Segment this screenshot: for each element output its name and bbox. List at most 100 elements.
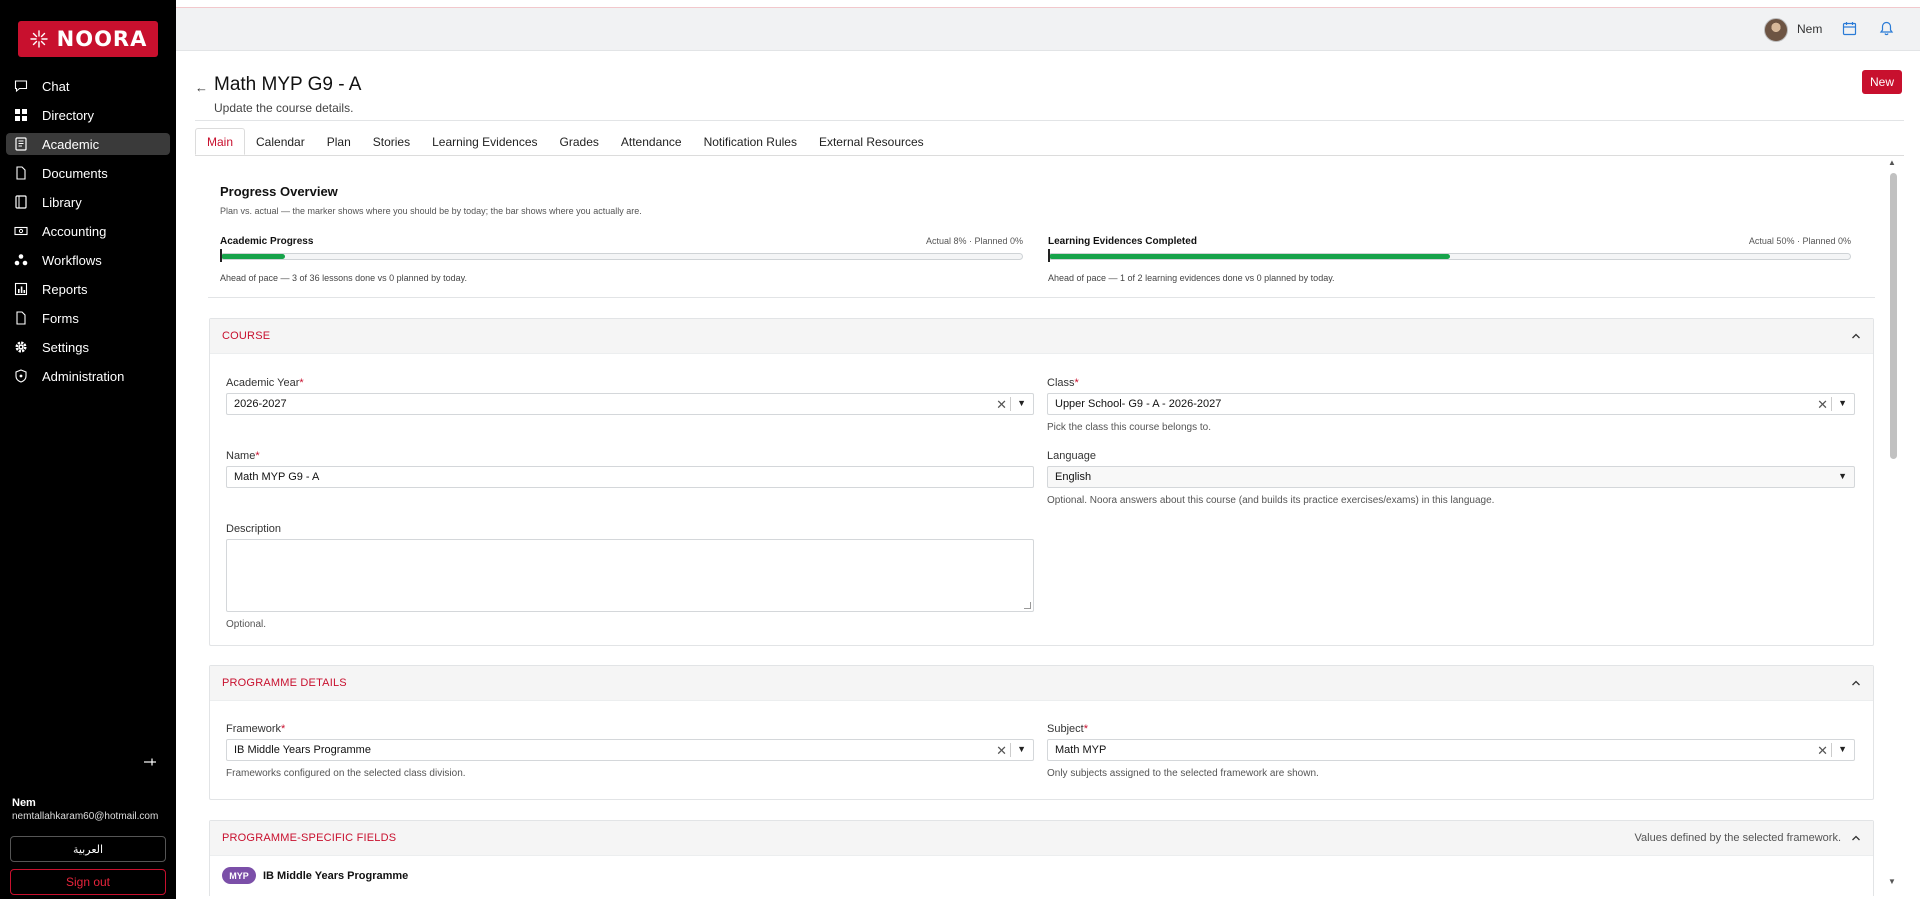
topbar <box>176 8 1920 51</box>
class-value: Upper School- G9 - A - 2026-2027 <box>1055 398 1222 410</box>
clear-icon[interactable]: ✕ <box>996 397 1007 413</box>
back-arrow-icon[interactable]: ← <box>195 80 208 95</box>
course-section-title: COURSE <box>222 330 271 342</box>
framework-select[interactable]: IB Middle Years Programme ✕ ▼ <box>226 739 1034 761</box>
framework-help: Frameworks configured on the selected cl… <box>226 768 466 779</box>
sidebar-user-email: nemtallahkaram60@hotmail.com <box>12 811 159 822</box>
name-input[interactable]: Math MYP G9 - A <box>226 466 1034 488</box>
sidebar-item-label: Academic <box>42 136 100 152</box>
sidebar-user: Nem nemtallahkaram60@hotmail.com <box>12 797 158 822</box>
course-section: COURSE Academic Year* 2026-2027 ✕ ▼ Clas… <box>209 318 1874 646</box>
tab-main[interactable]: Main <box>195 128 246 155</box>
library-icon <box>14 195 28 209</box>
logo-text: NOORA <box>56 27 148 51</box>
course-section-header[interactable]: COURSE <box>210 319 1873 354</box>
programme-specific-header[interactable]: PROGRAMME-SPECIFIC FIELDS Values defined… <box>210 821 1873 856</box>
chevron-up-icon[interactable] <box>1851 833 1861 843</box>
scrollbar-thumb[interactable] <box>1890 173 1897 459</box>
sidebar-item-chat[interactable]: Chat <box>6 75 170 97</box>
money-icon <box>14 224 28 238</box>
calendar-icon[interactable] <box>1842 21 1857 36</box>
chevron-down-icon[interactable]: ▼ <box>1838 471 1847 481</box>
evidences-progress-fill <box>1049 254 1450 259</box>
evidences-progress-note: Ahead of pace — 1 of 2 learning evidence… <box>1048 273 1335 283</box>
chevron-up-icon[interactable] <box>1851 331 1861 341</box>
tab-grades[interactable]: Grades <box>549 128 610 155</box>
shield-icon <box>14 369 28 383</box>
main-content: Progress Overview Plan vs. actual — the … <box>196 156 1887 896</box>
programme-specific-section: PROGRAMME-SPECIFIC FIELDS Values defined… <box>209 820 1874 896</box>
chevron-down-icon[interactable]: ▼ <box>1838 744 1847 754</box>
subject-field: Subject* Math MYP ✕ ▼ Only subjects assi… <box>1047 723 1855 779</box>
sidebar-item-settings[interactable]: Settings <box>6 336 170 358</box>
document-icon <box>14 166 28 180</box>
clear-icon[interactable]: ✕ <box>996 743 1007 759</box>
evidences-progress-bar <box>1048 253 1851 260</box>
description-textarea[interactable] <box>226 539 1034 612</box>
chevron-up-icon[interactable] <box>1851 678 1861 688</box>
name-value: Math MYP G9 - A <box>234 471 320 483</box>
language-help: Optional. Noora answers about this cours… <box>1047 495 1495 506</box>
programme-specific-note: Values defined by the selected framework… <box>1634 832 1841 844</box>
noora-logo[interactable]: NOORA <box>18 21 158 57</box>
sidebar-item-label: Directory <box>42 107 95 123</box>
framework-value: IB Middle Years Programme <box>234 744 371 756</box>
description-field: Description Optional. <box>226 523 1034 630</box>
subject-select[interactable]: Math MYP ✕ ▼ <box>1047 739 1855 761</box>
sidebar-item-academic[interactable]: Academic <box>6 133 170 155</box>
tab-calendar[interactable]: Calendar <box>245 128 316 155</box>
clear-icon[interactable]: ✕ <box>1817 397 1828 413</box>
sidebar-item-reports[interactable]: Reports <box>6 278 170 300</box>
chevron-down-icon[interactable]: ▼ <box>1838 398 1847 408</box>
academic-progress-note: Ahead of pace — 3 of 36 lessons done vs … <box>220 273 468 283</box>
sidebar-item-label: Chat <box>42 78 70 94</box>
tab-attendance[interactable]: Attendance <box>610 128 693 155</box>
academic-year-field: Academic Year* 2026-2027 ✕ ▼ <box>226 377 1034 415</box>
sidebar-user-name: Nem <box>12 797 36 809</box>
course-tabs: Main Calendar Plan Stories Learning Evid… <box>195 128 935 155</box>
sidebar-item-administration[interactable]: Administration <box>6 365 170 387</box>
tab-notification-rules[interactable]: Notification Rules <box>693 128 808 155</box>
logo-mark-icon <box>29 29 49 49</box>
scroll-down-arrow-icon[interactable]: ▼ <box>1888 877 1896 886</box>
sign-out-button[interactable]: Sign out <box>10 869 166 895</box>
sidebar-item-label: Accounting <box>42 223 107 239</box>
tab-stories[interactable]: Stories <box>362 128 421 155</box>
tab-plan[interactable]: Plan <box>316 128 362 155</box>
clear-icon[interactable]: ✕ <box>1817 743 1828 759</box>
chevron-down-icon[interactable]: ▼ <box>1017 398 1026 408</box>
new-button[interactable]: New <box>1862 70 1902 94</box>
academic-year-select[interactable]: 2026-2027 ✕ ▼ <box>226 393 1034 415</box>
academic-progress-stats: Actual 8% · Planned 0% <box>925 236 1023 246</box>
sidebar-item-forms[interactable]: Forms <box>6 307 170 329</box>
tab-learning-evidences[interactable]: Learning Evidences <box>421 128 548 155</box>
header-divider <box>195 120 1904 121</box>
topbar-user-name[interactable]: Nem <box>1797 22 1822 36</box>
sidebar-nav: Chat Directory Academic Documents Librar… <box>6 75 170 394</box>
tab-external-resources[interactable]: External Resources <box>808 128 935 155</box>
chevron-down-icon[interactable]: ▼ <box>1017 744 1026 754</box>
programme-details-header[interactable]: PROGRAMME DETAILS <box>210 666 1873 701</box>
avatar[interactable] <box>1764 18 1788 42</box>
academic-year-value: 2026-2027 <box>234 398 287 410</box>
chat-icon <box>14 79 28 93</box>
sidebar-item-label: Library <box>42 194 82 210</box>
subject-help: Only subjects assigned to the selected f… <box>1047 768 1319 779</box>
sidebar-item-documents[interactable]: Documents <box>6 162 170 184</box>
language-toggle-button[interactable]: العربية <box>10 836 166 862</box>
framework-label: Framework <box>226 723 282 735</box>
resize-handle-icon[interactable] <box>1024 602 1031 609</box>
sidebar: NOORA Chat Directory Academic Documents … <box>0 0 176 899</box>
description-label: Description <box>226 523 282 535</box>
sidebar-item-library[interactable]: Library <box>6 191 170 213</box>
pin-sidebar-icon[interactable] <box>143 755 157 769</box>
language-select[interactable]: English ▼ <box>1047 466 1855 488</box>
sidebar-item-workflows[interactable]: Workflows <box>6 249 170 271</box>
class-select[interactable]: Upper School- G9 - A - 2026-2027 ✕ ▼ <box>1047 393 1855 415</box>
sidebar-item-label: Reports <box>42 281 88 297</box>
scroll-up-arrow-icon[interactable]: ▲ <box>1888 158 1896 167</box>
programme-name: IB Middle Years Programme <box>263 869 409 882</box>
bell-icon[interactable] <box>1879 21 1894 36</box>
sidebar-item-directory[interactable]: Directory <box>6 104 170 126</box>
sidebar-item-accounting[interactable]: Accounting <box>6 220 170 242</box>
